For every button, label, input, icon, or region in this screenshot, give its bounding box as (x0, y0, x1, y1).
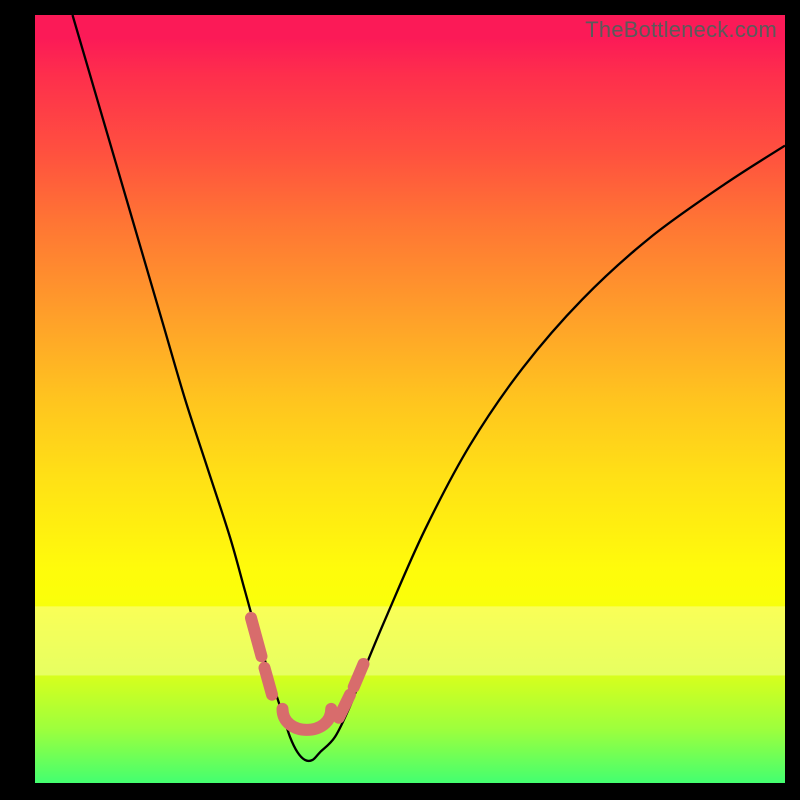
accent-segment (339, 695, 350, 718)
accent-segment (283, 709, 332, 730)
pale-band (35, 606, 785, 675)
chart-plot-area: TheBottleneck.com (35, 15, 785, 783)
chart-svg (35, 15, 785, 783)
accent-segment (265, 668, 273, 695)
chart-frame: TheBottleneck.com (0, 0, 800, 800)
